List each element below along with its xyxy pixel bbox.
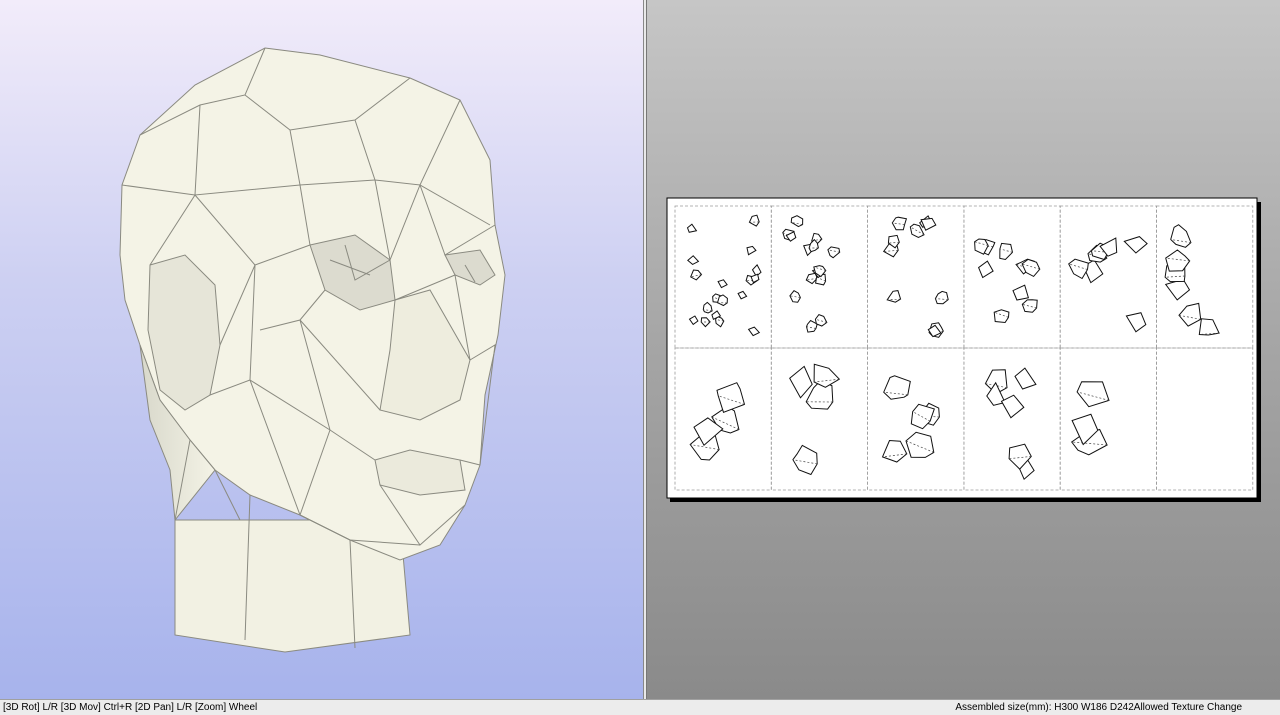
assembled-size: Assembled size(mm): H300 W186 D242 — [955, 702, 1134, 713]
texture-mode: Allowed Texture Change — [1133, 702, 1242, 713]
3d-viewport[interactable] — [0, 0, 643, 699]
head-model[interactable] — [0, 0, 643, 699]
status-info: Assembled size(mm): H300 W186 D242Allowe… — [955, 700, 1242, 715]
unfold-sheet[interactable] — [647, 0, 1280, 699]
status-hint: [3D Rot] L/R [3D Mov] Ctrl+R [2D Pan] L/… — [3, 702, 258, 713]
status-bar: [3D Rot] L/R [3D Mov] Ctrl+R [2D Pan] L/… — [0, 699, 1280, 715]
pattern-part — [993, 309, 1010, 324]
2d-viewport[interactable] — [647, 0, 1280, 699]
